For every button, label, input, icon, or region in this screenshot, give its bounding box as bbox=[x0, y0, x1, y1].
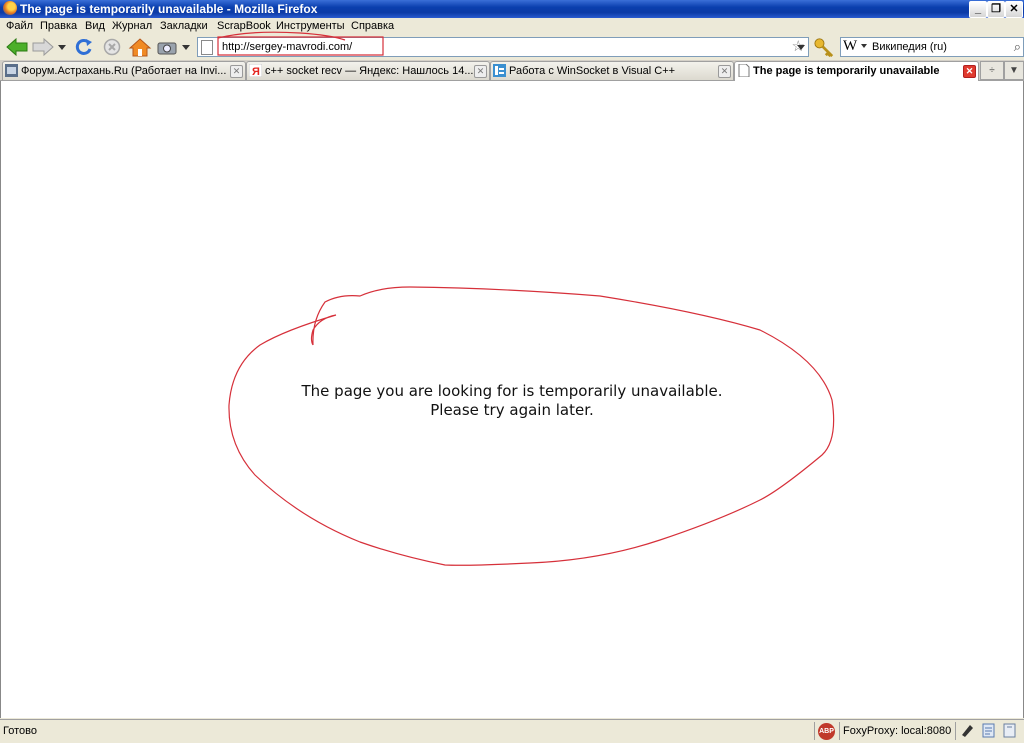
tab-bar: Форум.Астрахань.Ru (Работает на Invi... … bbox=[0, 60, 1024, 81]
menu-bar: Файл Правка Вид Журнал Закладки ScrapBoo… bbox=[0, 18, 1024, 35]
status-divider bbox=[955, 722, 956, 740]
wikipedia-icon[interactable]: W bbox=[843, 38, 857, 55]
menu-bookmarks[interactable]: Закладки bbox=[160, 20, 208, 32]
menu-tools[interactable]: Инструменты bbox=[276, 20, 345, 32]
menu-history[interactable]: Журнал bbox=[112, 20, 152, 32]
status-divider bbox=[839, 722, 840, 740]
tab-forum[interactable]: Форум.Астрахань.Ru (Работает на Invi... … bbox=[2, 61, 246, 80]
tab-winsocket[interactable]: Работа с WinSocket в Visual C++ ✕ bbox=[490, 61, 734, 80]
message-line-1: The page you are looking for is temporar… bbox=[301, 382, 723, 400]
tab-current[interactable]: The page is temporarily unavailable ✕ bbox=[734, 61, 979, 81]
close-window-button[interactable]: ✕ bbox=[1005, 1, 1023, 18]
search-engine-dropdown-icon[interactable] bbox=[861, 44, 867, 48]
search-icon[interactable]: ⌕ bbox=[1014, 39, 1021, 55]
history-dropdown-icon[interactable] bbox=[56, 37, 68, 57]
url-bar[interactable]: http://sergey-mavrodi.com/ ☆ bbox=[197, 37, 809, 57]
back-icon[interactable] bbox=[5, 37, 29, 57]
resize-grip-icon[interactable] bbox=[1002, 723, 1017, 738]
menu-scrapbook[interactable]: ScrapBook bbox=[217, 20, 271, 32]
foxyproxy-status[interactable]: FoxyProxy: local:8080 bbox=[843, 725, 951, 737]
key-icon[interactable] bbox=[812, 37, 836, 57]
search-box[interactable]: W Википедия (ru) ⌕ bbox=[840, 37, 1024, 57]
status-divider bbox=[814, 722, 815, 740]
tab-close-icon[interactable]: ✕ bbox=[963, 65, 976, 78]
document-favicon-icon bbox=[493, 64, 506, 77]
tab-label: c++ socket recv — Яндекс: Нашлось 14... bbox=[265, 65, 474, 77]
yandex-favicon-icon: Я bbox=[249, 64, 262, 77]
unavailable-message: The page you are looking for is temporar… bbox=[1, 382, 1023, 420]
message-line-2: Please try again later. bbox=[430, 401, 594, 419]
status-bar: Готово ABP FoxyProxy: local:8080 bbox=[0, 719, 1024, 743]
tab-list-icon[interactable]: ÷ bbox=[980, 61, 1004, 80]
url-text[interactable]: http://sergey-mavrodi.com/ bbox=[222, 41, 352, 53]
restore-button[interactable]: ❐ bbox=[987, 1, 1005, 18]
tab-yandex[interactable]: Я c++ socket recv — Яндекс: Нашлось 14..… bbox=[246, 61, 490, 80]
page-favicon-icon bbox=[738, 64, 750, 77]
tab-label: Форум.Астрахань.Ru (Работает на Invi... bbox=[21, 65, 227, 77]
camera-dropdown-icon[interactable] bbox=[180, 37, 192, 57]
tab-label: The page is temporarily unavailable bbox=[753, 65, 940, 77]
home-icon[interactable] bbox=[128, 37, 152, 57]
tab-label: Работа с WinSocket в Visual C++ bbox=[509, 65, 676, 77]
tab-close-icon[interactable]: ✕ bbox=[718, 65, 731, 78]
search-engine-label: Википедия (ru) bbox=[872, 41, 947, 53]
notepad-icon[interactable] bbox=[981, 723, 996, 738]
camera-icon[interactable] bbox=[156, 37, 180, 57]
url-dropdown-icon[interactable] bbox=[795, 37, 807, 57]
menu-edit[interactable]: Правка bbox=[40, 20, 77, 32]
firefox-icon bbox=[3, 1, 17, 15]
tab-close-icon[interactable]: ✕ bbox=[230, 65, 243, 78]
svg-text:Я: Я bbox=[252, 66, 260, 77]
forward-icon[interactable] bbox=[31, 37, 55, 57]
status-text: Готово bbox=[3, 725, 37, 737]
minimize-button[interactable]: _ bbox=[969, 1, 987, 18]
menu-view[interactable]: Вид bbox=[85, 20, 105, 32]
forum-favicon-icon bbox=[5, 64, 18, 77]
menu-file[interactable]: Файл bbox=[6, 20, 33, 32]
window-title: The page is temporarily unavailable - Mo… bbox=[20, 2, 318, 16]
navigation-toolbar: http://sergey-mavrodi.com/ ☆ W Википедия… bbox=[0, 35, 1024, 60]
stop-icon[interactable] bbox=[102, 37, 122, 57]
adblock-icon[interactable]: ABP bbox=[818, 723, 835, 740]
scrapbook-icon[interactable] bbox=[960, 723, 975, 738]
page-content: The page you are looking for is temporar… bbox=[0, 81, 1024, 718]
tab-dropdown-icon[interactable]: ▼ bbox=[1004, 61, 1024, 80]
menu-help[interactable]: Справка bbox=[351, 20, 394, 32]
reload-icon[interactable] bbox=[74, 37, 94, 57]
window-title-bar[interactable]: The page is temporarily unavailable - Mo… bbox=[0, 0, 1024, 18]
tab-close-icon[interactable]: ✕ bbox=[474, 65, 487, 78]
page-icon bbox=[201, 40, 213, 55]
